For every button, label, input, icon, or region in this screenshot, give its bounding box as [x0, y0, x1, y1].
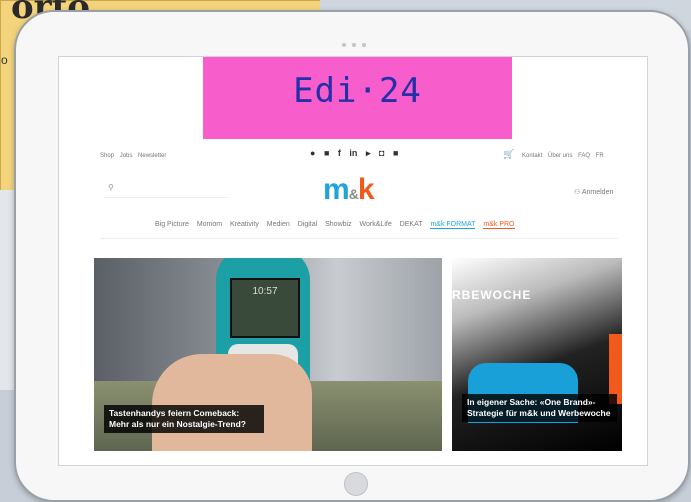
link-faq[interactable]: FAQ	[578, 153, 590, 159]
logo-amp: &	[348, 186, 359, 202]
link-newsletter[interactable]: Newsletter	[138, 153, 166, 159]
link-kontakt[interactable]: Kontakt	[522, 153, 542, 159]
link-jobs[interactable]: Jobs	[120, 153, 133, 159]
nav-item-big-picture[interactable]: Big Picture	[155, 221, 189, 228]
instagram-icon[interactable]: ◘	[379, 148, 384, 158]
phone-time: 10:57	[252, 286, 278, 297]
nav-item-work-life[interactable]: Work&Life	[360, 221, 392, 228]
nav-item-dekat[interactable]: DEKAT	[400, 221, 423, 228]
social-icons: ● ■ f in ▸ ◘ ■	[310, 148, 404, 159]
youtube-icon[interactable]: ■	[393, 148, 398, 158]
home-button[interactable]	[344, 472, 368, 496]
tablet-frame: Edi·24 Shop Jobs Newsletter ● ■ f in ▸ ◘…	[14, 10, 690, 502]
top-links: Shop Jobs Newsletter	[100, 153, 170, 159]
social-icon-2[interactable]: ■	[324, 148, 329, 158]
nav-item-kreativity[interactable]: Kreativity	[230, 221, 259, 228]
search-input[interactable]: ⚲	[104, 183, 229, 198]
ad-banner-text: Edi·24	[293, 71, 422, 111]
phone-screen: 10:57	[230, 278, 300, 338]
link-shop[interactable]: Shop	[100, 153, 114, 159]
login-label: Anmelden	[581, 189, 614, 196]
nav-item-showbiz[interactable]: Showbiz	[325, 221, 351, 228]
link-language-fr[interactable]: FR	[596, 153, 604, 159]
hand-illustration	[152, 354, 312, 451]
nav-item-format[interactable]: m&k FORMAT	[430, 221, 476, 229]
article-headline[interactable]: In eigener Sache: «One Brand»-Strategie …	[462, 394, 617, 422]
facebook-icon[interactable]: f	[338, 148, 341, 158]
article-kicker: RBEWOCHE	[452, 288, 532, 302]
main-nav: Big Picture Momom Kreativity Medien Digi…	[155, 221, 521, 229]
logo-m: m	[323, 173, 350, 206]
article-headline[interactable]: Tastenhandys feiern Comeback: Mehr als n…	[104, 405, 264, 433]
nav-divider	[100, 238, 618, 239]
nav-item-medien[interactable]: Medien	[267, 221, 290, 228]
social-icon-5[interactable]: ▸	[366, 148, 371, 158]
search-icon: ⚲	[108, 183, 114, 192]
right-links: Kontakt Über uns FAQ FR	[522, 153, 608, 159]
linkedin-icon[interactable]: in	[349, 148, 357, 158]
logo-k: k	[357, 173, 375, 206]
article-card-werbewoche[interactable]: RBEWOCHE In eigener Sache: «One Brand»-S…	[452, 258, 622, 451]
login-link[interactable]: ⚇ Anmelden	[574, 188, 613, 196]
nav-item-digital[interactable]: Digital	[298, 221, 317, 228]
cart-icon[interactable]: 🛒	[503, 149, 514, 160]
link-ueber-uns[interactable]: Über uns	[548, 153, 572, 159]
article-card-phone[interactable]: 10:57 Tastenhandys feiern Comeback: Mehr…	[94, 258, 442, 451]
background-card-text: o	[1, 53, 8, 67]
nav-item-pro[interactable]: m&k PRO	[483, 221, 515, 229]
ad-banner[interactable]: Edi·24	[203, 57, 512, 139]
camera-dots	[339, 34, 369, 52]
tablet-screen: Edi·24 Shop Jobs Newsletter ● ■ f in ▸ ◘…	[58, 56, 648, 466]
nav-item-momom[interactable]: Momom	[197, 221, 222, 228]
user-icon: ⚇	[574, 189, 582, 196]
site-logo[interactable]: m&k	[323, 173, 374, 207]
social-icon-1[interactable]: ●	[310, 148, 315, 158]
